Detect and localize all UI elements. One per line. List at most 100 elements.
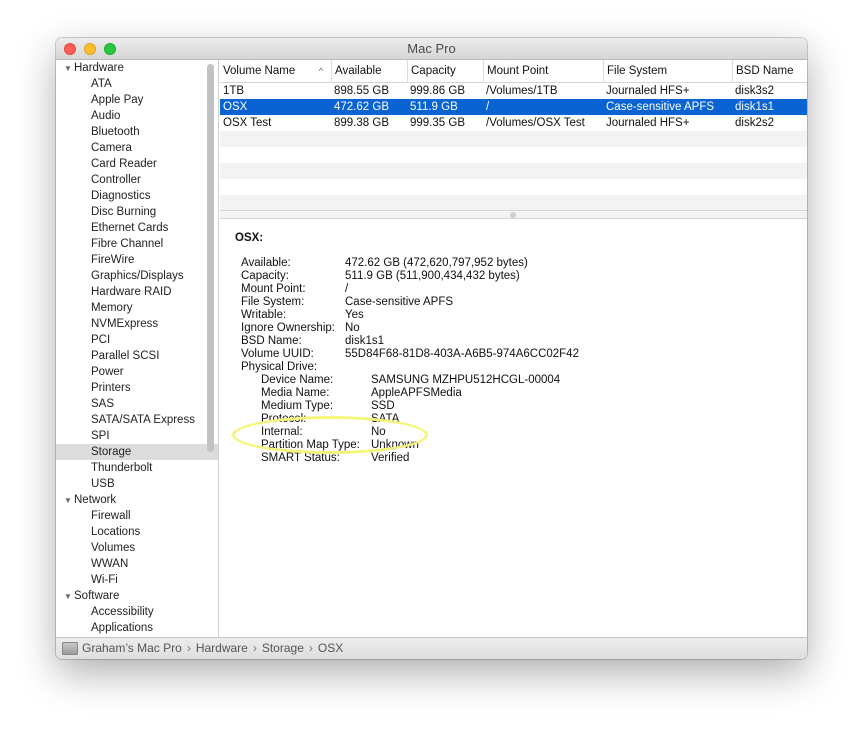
column-header-available[interactable]: Available bbox=[331, 60, 407, 83]
sidebar-item-locations[interactable]: Locations bbox=[56, 524, 218, 540]
drive-detail-label: Media Name: bbox=[261, 387, 330, 399]
sidebar-item-firewire[interactable]: FireWire bbox=[56, 252, 218, 268]
column-header-label: BSD Name bbox=[736, 65, 794, 77]
sidebar-item-ethernet-cards[interactable]: Ethernet Cards bbox=[56, 220, 218, 236]
sidebar-item-disc-burning[interactable]: Disc Burning bbox=[56, 204, 218, 220]
chevron-up-icon[interactable]: ^ bbox=[319, 60, 323, 83]
minimize-button[interactable] bbox=[84, 43, 96, 55]
sidebar-item-spi[interactable]: SPI bbox=[56, 428, 218, 444]
detail-value: 511.9 GB (511,900,434,432 bytes) bbox=[345, 270, 520, 282]
detail-label: Ignore Ownership: bbox=[241, 322, 335, 334]
sidebar-item-card-reader[interactable]: Card Reader bbox=[56, 156, 218, 172]
detail-value: / bbox=[345, 283, 349, 295]
sidebar-item-camera[interactable]: Camera bbox=[56, 140, 218, 156]
breadcrumb: Graham’s Mac Pro › Hardware › Storage › OSX bbox=[82, 638, 343, 659]
column-header-bsd-name[interactable]: BSD Name bbox=[732, 60, 807, 83]
table-row[interactable]: 1TB 898.55 GB 999.86 GB/Volumes/1TB Journal… bbox=[220, 83, 807, 99]
sidebar-item-applications[interactable]: Applications bbox=[56, 620, 218, 636]
zoom-button[interactable] bbox=[104, 43, 116, 55]
drive-detail-label: Medium Type: bbox=[261, 400, 334, 412]
breadcrumb-item[interactable]: OSX bbox=[318, 641, 343, 655]
table-row-empty bbox=[220, 179, 807, 195]
close-button[interactable] bbox=[64, 43, 76, 55]
breadcrumb-item[interactable]: Storage bbox=[262, 641, 304, 655]
table-cell: /Volumes/1TB bbox=[486, 85, 558, 97]
split-divider[interactable] bbox=[220, 210, 807, 219]
breadcrumb-item[interactable]: Hardware bbox=[196, 641, 248, 655]
table-cell: disk1s1 bbox=[735, 101, 774, 113]
table-cell: /Volumes/OSX Test bbox=[486, 117, 585, 129]
sidebar-item-graphics-displays[interactable]: Graphics/Displays bbox=[56, 268, 218, 284]
sidebar-list: ▼ Hardware ATA Apple Pay Audio Bluetooth Camer… bbox=[56, 60, 218, 636]
column-header-capacity[interactable]: Capacity bbox=[407, 60, 483, 83]
sidebar: ▼ Hardware ATA Apple Pay Audio Bluetooth Camer… bbox=[56, 60, 219, 637]
sidebar-item-apple-pay[interactable]: Apple Pay bbox=[56, 92, 218, 108]
sidebar-item-wwan[interactable]: WWAN bbox=[56, 556, 218, 572]
status-bar: Graham’s Mac Pro › Hardware › Storage › OSX bbox=[56, 637, 807, 659]
detail-label: Writable: bbox=[241, 309, 287, 321]
sidebar-item-audio[interactable]: Audio bbox=[56, 108, 218, 124]
sidebar-item-bluetooth[interactable]: Bluetooth bbox=[56, 124, 218, 140]
table-cell: Journaled HFS+ bbox=[606, 117, 690, 129]
sidebar-group-software[interactable]: ▼ Software bbox=[56, 588, 218, 604]
sidebar-item-sata-sata-express[interactable]: SATA/SATA Express bbox=[56, 412, 218, 428]
breadcrumb-item[interactable]: Graham’s Mac Pro bbox=[82, 641, 182, 655]
detail-value: Case-sensitive APFS bbox=[345, 296, 454, 308]
sidebar-group-hardware[interactable]: ▼ Hardware bbox=[56, 60, 218, 76]
sidebar-item-firewall[interactable]: Firewall bbox=[56, 508, 218, 524]
table-row[interactable]: OSX Test 899.38 GB 999.35 GB/Volumes/OSX T… bbox=[220, 115, 807, 131]
table-cell: OSX Test bbox=[223, 117, 272, 129]
sidebar-item-nvmexpress[interactable]: NVMExpress bbox=[56, 316, 218, 332]
table-row-empty bbox=[220, 147, 807, 163]
sidebar-item-volumes[interactable]: Volumes bbox=[56, 540, 218, 556]
sidebar-item-parallel-scsi[interactable]: Parallel SCSI bbox=[56, 348, 218, 364]
divider-handle-icon[interactable] bbox=[510, 212, 516, 218]
column-header-label: Capacity bbox=[411, 65, 456, 77]
sidebar-scrollbar[interactable] bbox=[207, 64, 214, 452]
table-header: Volume Name ^ Available Capacity Mount Point… bbox=[220, 60, 807, 83]
sidebar-item-printers[interactable]: Printers bbox=[56, 380, 218, 396]
sidebar-item-wi-fi[interactable]: Wi-Fi bbox=[56, 572, 218, 588]
window-title: Mac Pro bbox=[407, 41, 456, 56]
column-header-volume-name[interactable]: Volume Name ^ bbox=[220, 60, 331, 83]
column-header-label: Volume Name bbox=[223, 65, 296, 77]
title-bar[interactable]: Mac Pro bbox=[56, 38, 807, 60]
sidebar-item-hardware-raid[interactable]: Hardware RAID bbox=[56, 284, 218, 300]
table-cell: 899.38 GB bbox=[334, 117, 389, 129]
chevron-right-icon: › bbox=[308, 641, 313, 655]
sidebar-item-power[interactable]: Power bbox=[56, 364, 218, 380]
sidebar-item-ata[interactable]: ATA bbox=[56, 76, 218, 92]
sidebar-group-label: Network bbox=[74, 494, 117, 506]
sidebar-item-thunderbolt[interactable]: Thunderbolt bbox=[56, 460, 218, 476]
sidebar-group-label: Software bbox=[74, 590, 120, 602]
sidebar-item-storage[interactable]: Storage bbox=[56, 444, 218, 460]
drive-detail-value: SSD bbox=[371, 400, 395, 412]
sidebar-item-pci[interactable]: PCI bbox=[56, 332, 218, 348]
disclosure-triangle-icon[interactable]: ▼ bbox=[64, 589, 74, 605]
sidebar-item-fibre-channel[interactable]: Fibre Channel bbox=[56, 236, 218, 252]
column-header-mount-point[interactable]: Mount Point bbox=[483, 60, 603, 83]
disclosure-triangle-icon[interactable]: ▼ bbox=[64, 61, 74, 77]
computer-icon bbox=[62, 642, 78, 655]
detail-value: 472.62 GB (472,620,797,952 bytes) bbox=[345, 257, 528, 269]
detail-label: Volume UUID: bbox=[241, 348, 314, 360]
system-information-window: Mac Pro ▼ Hardware ATA Apple Pay Audio Blueto… bbox=[56, 38, 807, 659]
sidebar-item-usb[interactable]: USB bbox=[56, 476, 218, 492]
table-row[interactable]: OSX 472.62 GB 511.9 GB / Case-sensitive APFS… bbox=[220, 99, 807, 115]
sidebar-item-accessibility[interactable]: Accessibility bbox=[56, 604, 218, 620]
table-row-empty bbox=[220, 195, 807, 211]
sidebar-item-diagnostics[interactable]: Diagnostics bbox=[56, 188, 218, 204]
annotation-highlight-ellipse bbox=[232, 416, 428, 454]
sidebar-item-sas[interactable]: SAS bbox=[56, 396, 218, 412]
sidebar-group-network[interactable]: ▼ Network bbox=[56, 492, 218, 508]
detail-label: BSD Name: bbox=[241, 335, 302, 347]
column-header-label: Available bbox=[335, 65, 382, 77]
sidebar-item-controller[interactable]: Controller bbox=[56, 172, 218, 188]
column-header-file-system[interactable]: File System bbox=[603, 60, 732, 83]
disclosure-triangle-icon[interactable]: ▼ bbox=[64, 493, 74, 509]
table-body: 1TB 898.55 GB 999.86 GB/Volumes/1TB Journal… bbox=[220, 83, 807, 211]
detail-label: Capacity: bbox=[241, 270, 289, 282]
sidebar-item-memory[interactable]: Memory bbox=[56, 300, 218, 316]
table-cell: / bbox=[486, 101, 490, 113]
table-row-empty bbox=[220, 163, 807, 179]
